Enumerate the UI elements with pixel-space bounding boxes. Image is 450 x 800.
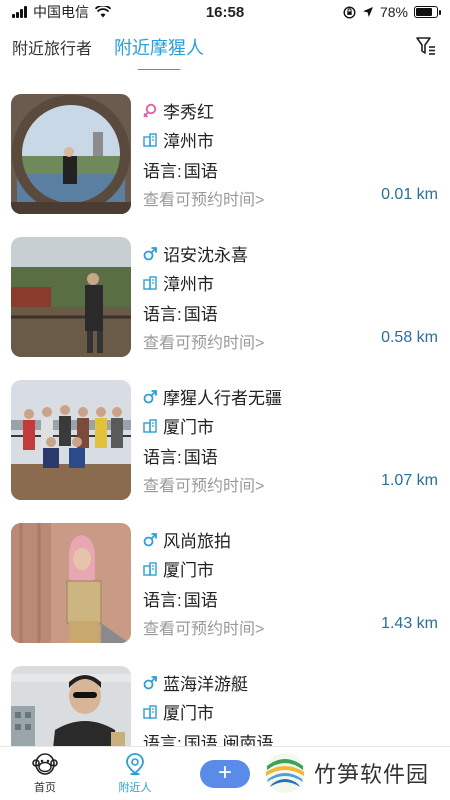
monkey-icon bbox=[32, 753, 58, 775]
profile-language: 国语 bbox=[183, 305, 218, 324]
availability-link[interactable]: 查看可预约时间> bbox=[143, 615, 264, 639]
city-row: 漳州市 bbox=[143, 127, 214, 152]
availability-link[interactable]: 查看可预约时间> bbox=[143, 329, 264, 353]
avatar[interactable] bbox=[11, 237, 131, 357]
nav-nearby-label: 附近人 bbox=[118, 782, 152, 794]
profile-card[interactable]: 诏安沈永喜 漳州市 语言: 国语 查看可预约时间> 0.58 km bbox=[0, 213, 450, 357]
profile-name: 风尚旅拍 bbox=[163, 532, 231, 551]
city-row: 厦门市 bbox=[143, 413, 214, 438]
wifi-icon bbox=[95, 6, 111, 18]
profile-language: 国语,闽南语 bbox=[183, 734, 274, 746]
building-icon bbox=[143, 275, 157, 290]
profile-name: 诏安沈永喜 bbox=[163, 246, 248, 265]
language-label: 语言: bbox=[143, 734, 182, 746]
language-row: 语言: 国语,闽南语 bbox=[143, 729, 273, 746]
profile-language: 国语 bbox=[183, 448, 218, 467]
carrier-label: 中国电信 bbox=[33, 4, 89, 20]
male-icon bbox=[143, 389, 157, 403]
profile-distance: 1.07 km bbox=[381, 472, 438, 489]
language-label: 语言: bbox=[143, 448, 182, 467]
top-tabs: 附近旅行者 附近摩猩人 bbox=[0, 24, 450, 73]
profile-card[interactable]: 李秀红 漳州市 语言: 国语 查看可预约时间> 0.01 km bbox=[0, 70, 450, 214]
male-icon bbox=[143, 532, 157, 546]
language-row: 语言: 国语 bbox=[143, 300, 218, 325]
tab-label: 附近旅行者 bbox=[12, 41, 93, 58]
status-left: 中国电信 bbox=[12, 2, 162, 22]
status-bar: 中国电信 16:58 78% bbox=[0, 0, 450, 24]
clock: 16:58 bbox=[205, 3, 245, 21]
profile-city: 厦门市 bbox=[163, 418, 214, 437]
profile-name: 蓝海洋游艇 bbox=[163, 675, 248, 694]
language-row: 语言: 国语 bbox=[143, 586, 218, 611]
profile-list[interactable]: 李秀红 漳州市 语言: 国语 查看可预约时间> 0.01 km 诏安沈永喜 漳州… bbox=[0, 70, 450, 746]
location-arrow-icon bbox=[362, 7, 373, 17]
nav-home[interactable]: 首页 bbox=[0, 747, 90, 800]
male-icon bbox=[143, 246, 157, 260]
profile-distance: 1.43 km bbox=[381, 615, 438, 632]
avatar[interactable] bbox=[11, 666, 131, 746]
city-row: 厦门市 bbox=[143, 699, 214, 724]
building-icon bbox=[143, 418, 157, 433]
name-row: 风尚旅拍 bbox=[143, 527, 231, 552]
profile-distance: 0.01 km bbox=[381, 186, 438, 203]
building-icon bbox=[143, 561, 157, 576]
profile-language: 国语 bbox=[183, 162, 218, 181]
watermark: 竹笋软件园 bbox=[264, 752, 429, 794]
language-label: 语言: bbox=[143, 591, 182, 610]
watermark-text: 竹笋软件园 bbox=[314, 762, 430, 787]
tab-label: 附近摩猩人 bbox=[114, 38, 205, 58]
watermark-logo bbox=[265, 753, 305, 793]
name-row: 蓝海洋游艇 bbox=[143, 670, 248, 695]
rotation-lock-icon bbox=[343, 5, 356, 19]
nav-nearby[interactable]: 附近人 bbox=[90, 747, 180, 800]
avatar[interactable] bbox=[11, 94, 131, 214]
city-row: 厦门市 bbox=[143, 556, 214, 581]
tab-nearby-travelers[interactable]: 附近旅行者 bbox=[12, 35, 92, 59]
signal-icon bbox=[12, 6, 27, 18]
name-row: 诏安沈永喜 bbox=[143, 241, 248, 266]
profile-city: 厦门市 bbox=[163, 561, 214, 580]
location-pin-icon bbox=[126, 753, 144, 776]
profile-card[interactable]: 摩猩人行者无疆 厦门市 语言: 国语 查看可预约时间> 1.07 km bbox=[0, 356, 450, 500]
avatar[interactable] bbox=[11, 380, 131, 500]
tab-nearby-guides[interactable]: 附近摩猩人 bbox=[114, 34, 205, 73]
profile-city: 漳州市 bbox=[163, 275, 214, 294]
profile-name: 摩猩人行者无疆 bbox=[163, 389, 282, 408]
profile-city: 厦门市 bbox=[163, 704, 214, 723]
filter-icon bbox=[416, 37, 435, 55]
filter-button[interactable] bbox=[412, 32, 440, 60]
nav-home-label: 首页 bbox=[34, 782, 56, 794]
battery-percent: 78% bbox=[379, 4, 408, 20]
building-icon bbox=[143, 704, 157, 719]
add-button[interactable]: + bbox=[200, 760, 250, 788]
availability-link[interactable]: 查看可预约时间> bbox=[143, 186, 264, 210]
male-icon bbox=[143, 675, 157, 689]
building-icon bbox=[143, 132, 157, 147]
profile-distance: 0.58 km bbox=[381, 329, 438, 346]
profile-city: 漳州市 bbox=[163, 132, 214, 151]
language-label: 语言: bbox=[143, 162, 182, 181]
profile-card[interactable]: 蓝海洋游艇 厦门市 语言: 国语,闽南语 bbox=[0, 642, 450, 746]
avatar[interactable] bbox=[11, 523, 131, 643]
profile-language: 国语 bbox=[183, 591, 218, 610]
language-row: 语言: 国语 bbox=[143, 157, 218, 182]
language-row: 语言: 国语 bbox=[143, 443, 218, 468]
language-label: 语言: bbox=[143, 305, 182, 324]
name-row: 李秀红 bbox=[143, 98, 214, 123]
city-row: 漳州市 bbox=[143, 270, 214, 295]
battery-icon bbox=[414, 6, 441, 18]
status-right: 78% bbox=[288, 4, 441, 20]
name-row: 摩猩人行者无疆 bbox=[143, 384, 282, 409]
profile-name: 李秀红 bbox=[163, 103, 214, 122]
female-icon bbox=[143, 103, 157, 118]
profile-card[interactable]: 风尚旅拍 厦门市 语言: 国语 查看可预约时间> 1.43 km bbox=[0, 499, 450, 643]
availability-link[interactable]: 查看可预约时间> bbox=[143, 472, 264, 496]
